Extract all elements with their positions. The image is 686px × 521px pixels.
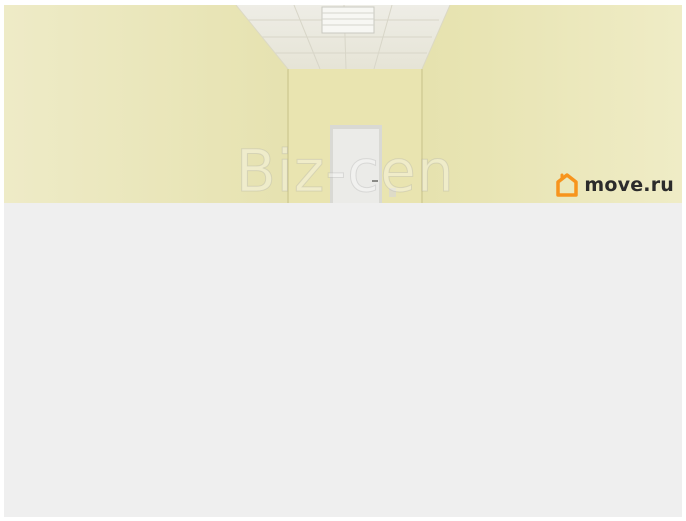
brand-name: move.ru <box>584 174 674 196</box>
watermark: Biz-cen <box>236 137 455 204</box>
house-logo-icon <box>556 173 579 197</box>
empty-content-area <box>4 203 682 517</box>
brand-logo[interactable]: move.ru <box>556 173 674 197</box>
listing-image-viewer: Biz-cen move.ru <box>4 5 682 517</box>
listing-photo[interactable]: Biz-cen move.ru <box>4 5 682 203</box>
